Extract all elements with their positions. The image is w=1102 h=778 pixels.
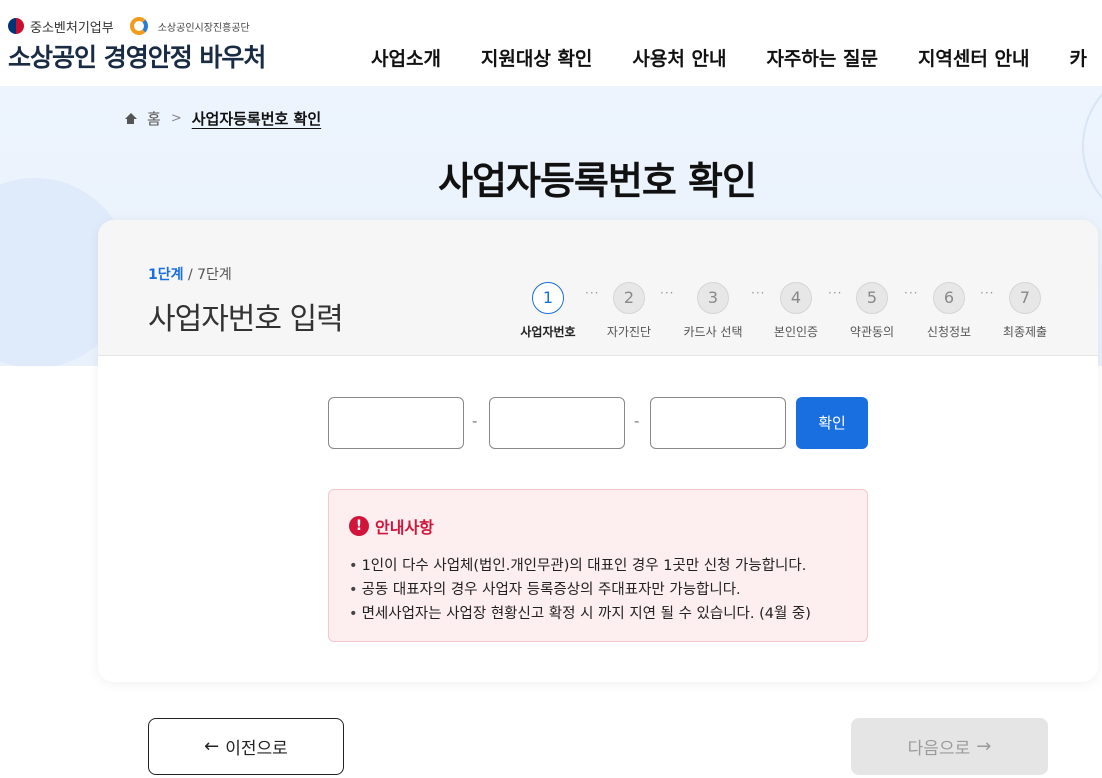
step-label: 사업자번호 xyxy=(520,325,576,339)
step-3: 3 카드사 선택 xyxy=(673,282,753,340)
next-button[interactable]: 다음으로 → xyxy=(851,718,1048,775)
home-icon[interactable] xyxy=(124,112,137,125)
input-dash: - xyxy=(472,412,478,430)
step-label: 카드사 선택 xyxy=(683,325,743,339)
notice-title: ! 안내사항 xyxy=(349,514,434,538)
stepper-header: 1단계 / 7단계 사업자번호 입력 1 사업자번호 ··· 2 자가진단 ··… xyxy=(98,220,1098,356)
notice-item: 공동 대표자의 경우 사업자 등록증상의 주대표자만 가능합니다. xyxy=(349,578,811,602)
step-number: 1 xyxy=(532,282,564,314)
step-7: 7 최종제출 xyxy=(985,282,1065,340)
step-label: 최종제출 xyxy=(1002,325,1048,339)
current-step-label: 1단계 xyxy=(148,267,184,283)
notice-box: ! 안내사항 1인이 다수 사업체(법인.개인무관)의 대표인 경우 1곳만 신… xyxy=(328,489,868,642)
next-button-label: 다음으로 xyxy=(907,739,971,759)
step-6: 6 신청정보 xyxy=(909,282,989,340)
step-2: 2 자가진단 xyxy=(589,282,669,340)
step-number: 4 xyxy=(780,282,812,314)
breadcrumb-current: 사업자등록번호 확인 xyxy=(191,110,322,128)
main-navigation: 사업소개 지원대상 확인 사용처 안내 자주하는 질문 지역센터 안내 카 xyxy=(371,44,1087,71)
previous-button-label: 이전으로 xyxy=(225,739,288,759)
nav-item-card-truncated[interactable]: 카 xyxy=(1069,44,1086,71)
agency-name: 소상공인시장진흥공단 xyxy=(157,22,250,34)
confirm-button[interactable]: 확인 xyxy=(796,397,868,449)
step-label: 약관동의 xyxy=(849,325,895,339)
notice-item: 1인이 다수 사업체(법인.개인무관)의 대표인 경우 1곳만 신청 가능합니다… xyxy=(349,554,811,578)
site-header: 중소벤처기업부 소상공인시장진흥공단 소상공인 경영안정 바우처 사업소개 지원… xyxy=(0,0,1102,86)
chevron-right-icon: > xyxy=(170,111,182,126)
step-number: 3 xyxy=(697,282,729,314)
step-5: 5 약관동의 xyxy=(832,282,912,340)
step-number: 6 xyxy=(933,282,965,314)
arrow-right-icon: → xyxy=(976,736,992,757)
input-dash: - xyxy=(634,412,640,430)
step-1: 1 사업자번호 xyxy=(508,282,588,340)
step-label: 신청정보 xyxy=(926,325,972,339)
step-number: 2 xyxy=(613,282,645,314)
agency-emblem-icon xyxy=(129,16,152,36)
total-step-label: / 7단계 xyxy=(183,267,232,283)
page-title: 사업자등록번호 확인 xyxy=(438,159,757,203)
step-number: 7 xyxy=(1009,282,1041,314)
business-number-part2-input[interactable] xyxy=(489,397,625,449)
step-number: 5 xyxy=(856,282,888,314)
notice-title-text: 안내사항 xyxy=(375,518,434,537)
nav-item-eligibility-check[interactable]: 지원대상 확인 xyxy=(481,44,593,71)
site-title[interactable]: 소상공인 경영안정 바우처 xyxy=(8,38,266,74)
notice-item: 면세사업자는 사업장 현황신고 확정 시 까지 지연 될 수 있습니다. (4월… xyxy=(349,602,811,626)
nav-item-usage-guide[interactable]: 사용처 안내 xyxy=(632,44,726,71)
nav-item-regional-center[interactable]: 지역센터 안내 xyxy=(918,44,1030,71)
registration-card: 1단계 / 7단계 사업자번호 입력 1 사업자번호 ··· 2 자가진단 ··… xyxy=(98,220,1098,682)
nav-item-faq[interactable]: 자주하는 질문 xyxy=(766,44,878,71)
notice-list: 1인이 다수 사업체(법인.개인무관)의 대표인 경우 1곳만 신청 가능합니다… xyxy=(349,554,811,626)
exclamation-icon: ! xyxy=(349,516,369,536)
nav-item-business-intro[interactable]: 사업소개 xyxy=(371,44,441,71)
ministry-name: 중소벤처기업부 xyxy=(30,20,114,36)
agency-logos[interactable]: 중소벤처기업부 소상공인시장진흥공단 xyxy=(8,16,250,36)
breadcrumb: 홈 > 사업자등록번호 확인 xyxy=(124,108,321,129)
step-label: 본인인증 xyxy=(773,325,819,339)
step-indicator: 1 사업자번호 ··· 2 자가진단 ··· 3 카드사 선택 ··· 4 본인… xyxy=(98,282,1098,342)
breadcrumb-home[interactable]: 홈 xyxy=(147,108,161,129)
step-label: 자가진단 xyxy=(606,325,652,339)
arrow-left-icon: ← xyxy=(204,736,220,757)
step-4: 4 본인인증 xyxy=(756,282,836,340)
step-counter: 1단계 / 7단계 xyxy=(148,264,232,284)
business-number-part1-input[interactable] xyxy=(328,397,464,449)
government-emblem-icon xyxy=(8,18,24,34)
previous-button[interactable]: ← 이전으로 xyxy=(148,718,344,775)
business-number-part3-input[interactable] xyxy=(650,397,786,449)
